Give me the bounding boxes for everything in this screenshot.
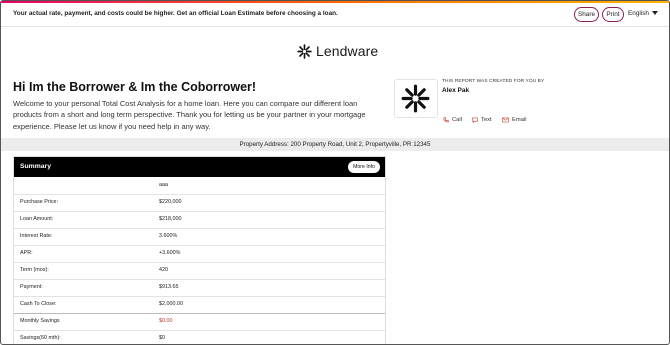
- row-value: $218,000: [159, 216, 182, 222]
- row-label: Monthly Savings: [20, 318, 60, 324]
- row-value: +3.600%: [159, 250, 181, 256]
- chevron-down-icon: [651, 11, 658, 16]
- row-label: Payment:: [20, 284, 43, 290]
- agent-avatar: [394, 79, 438, 118]
- property-address-bar: Property Address: 200 Property Road, Uni…: [1, 138, 669, 151]
- text-link[interactable]: Text: [472, 117, 492, 123]
- text-label: Text: [481, 117, 492, 123]
- call-label: Call: [452, 117, 462, 123]
- row-value: $2,000.00: [159, 301, 183, 307]
- row-label: Purchase Price:: [20, 199, 59, 205]
- table-row: Purchase Price: $220,000: [14, 194, 385, 212]
- agent-caption: THIS REPORT WAS CREATED FOR YOU BY: [442, 79, 545, 84]
- email-link[interactable]: Email: [502, 117, 527, 123]
- disclaimer-notice: Your actual rate, payment, and costs cou…: [13, 10, 338, 17]
- greeting-body: Welcome to your personal Total Cost Anal…: [13, 99, 366, 131]
- row-label: Loan Amount:: [20, 216, 54, 222]
- row-value: $0: [159, 335, 165, 341]
- language-label: English: [628, 10, 649, 17]
- table-row: APR: +3.600%: [14, 245, 385, 263]
- row-value: 3.600%: [159, 233, 178, 239]
- report-page: Your actual rate, payment, and costs cou…: [0, 0, 670, 345]
- lendware-burst-icon: [401, 84, 430, 113]
- row-value: 420: [159, 267, 168, 273]
- print-button[interactable]: Print: [602, 7, 624, 22]
- row-label: Savings(60 mth):: [20, 335, 61, 341]
- row-value: $913.65: [159, 284, 179, 290]
- table-row: Interest Rate: 3.600%: [14, 228, 385, 246]
- language-select[interactable]: English: [628, 10, 658, 17]
- summary-title: Summary: [20, 163, 51, 170]
- table-row: Term (mos): 420: [14, 262, 385, 280]
- envelope-icon: [502, 117, 509, 123]
- table-row: Monthly Savings $0.00: [14, 313, 385, 331]
- property-address: Property Address: 200 Property Road, Uni…: [239, 140, 431, 148]
- more-info-button[interactable]: More Info: [348, 161, 380, 173]
- greeting-title: Hi Im the Borrower & Im the Coborrower!: [13, 80, 257, 94]
- summary-header: Summary More Info: [14, 157, 385, 177]
- chat-bubble-icon: [472, 117, 478, 123]
- summary-card: Summary More Info aaa Purchase Price: $2…: [13, 156, 386, 344]
- table-row: Payment: $913.65: [14, 279, 385, 297]
- row-label: Interest Rate:: [20, 233, 53, 239]
- row-label: Cash To Close:: [20, 301, 57, 307]
- agent-name: Alex Pak: [442, 87, 470, 94]
- brand-logo: Lendware: [297, 42, 378, 60]
- loan-column-header: aaa: [159, 182, 168, 188]
- table-row: Cash To Close: $2,000.00: [14, 296, 385, 314]
- phone-icon: [443, 117, 449, 123]
- monthly-savings-value: $0.00: [159, 318, 173, 324]
- summary-column-header-row: aaa: [14, 177, 385, 195]
- email-label: Email: [512, 117, 527, 123]
- call-link[interactable]: Call: [443, 117, 462, 123]
- lendware-burst-icon: [297, 43, 312, 59]
- row-label: Term (mos):: [20, 267, 49, 273]
- row-value: $220,000: [159, 199, 182, 205]
- share-button[interactable]: Share: [574, 7, 599, 22]
- table-row: Savings(60 mth): $0: [14, 330, 385, 344]
- brand-name: Lendware: [316, 43, 379, 59]
- row-label: APR:: [20, 250, 33, 256]
- top-bar: Your actual rate, payment, and costs cou…: [1, 3, 669, 27]
- table-row: Loan Amount: $218,000: [14, 211, 385, 229]
